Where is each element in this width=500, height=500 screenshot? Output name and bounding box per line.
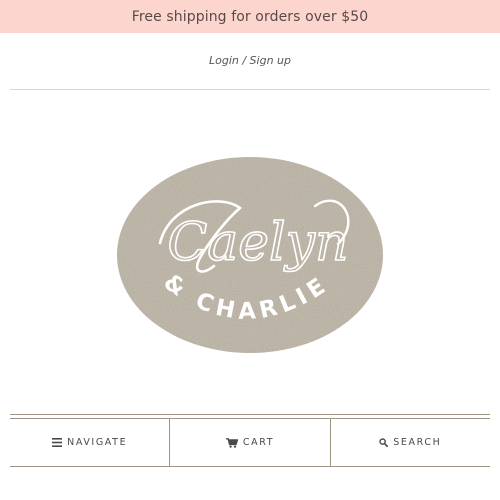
- search-button[interactable]: SEARCH: [329, 419, 490, 466]
- main-nav: NAVIGATE CART SEARCH: [10, 419, 490, 466]
- store-logo[interactable]: Caelyn & CHARLIE: [110, 148, 390, 363]
- navigate-label: NAVIGATE: [67, 437, 128, 448]
- cart-icon: [225, 437, 238, 448]
- promo-text: Free shipping for orders over $50: [131, 8, 369, 25]
- navigate-button[interactable]: NAVIGATE: [10, 419, 169, 466]
- logo-badge-svg: Caelyn & CHARLIE: [117, 157, 383, 353]
- search-icon: [379, 438, 389, 447]
- menu-icon: [52, 438, 63, 447]
- nav-bottom-rule: [10, 466, 490, 467]
- cart-label: CART: [242, 437, 275, 448]
- logo-script-text: Caelyn: [167, 213, 348, 273]
- login-signup-link[interactable]: Login / Sign up: [0, 54, 500, 67]
- nav-top-rule: [10, 414, 490, 415]
- search-label: SEARCH: [393, 437, 442, 448]
- promo-bar: Free shipping for orders over $50: [0, 0, 500, 33]
- cart-button[interactable]: CART: [169, 419, 329, 466]
- header-divider: [10, 89, 490, 90]
